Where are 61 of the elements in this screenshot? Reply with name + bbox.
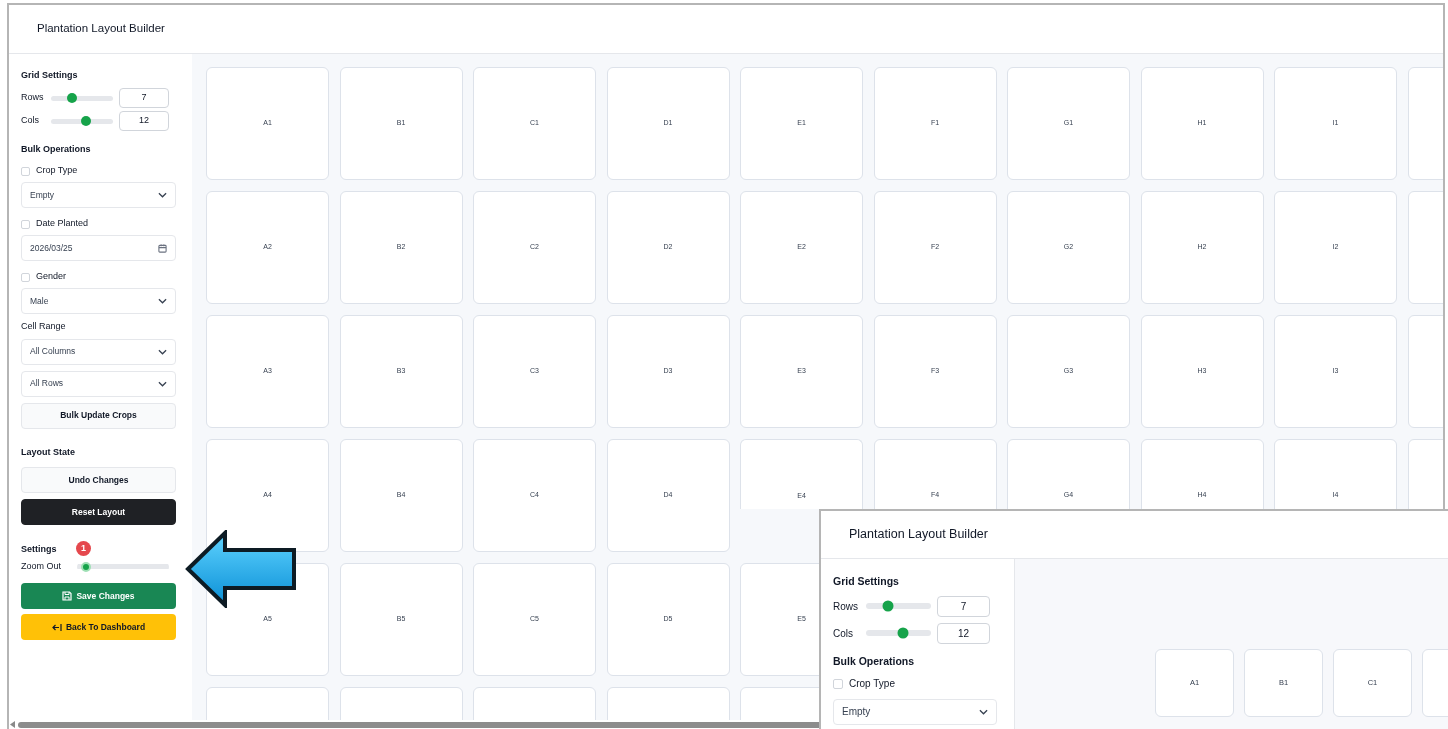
reset-layout-button[interactable]: Reset Layout bbox=[21, 499, 176, 525]
field-value: 2026/03/25 bbox=[30, 241, 73, 255]
arrow-icon bbox=[185, 530, 297, 608]
checkbox-label: Date Planted bbox=[36, 217, 89, 231]
checkbox[interactable] bbox=[21, 272, 30, 282]
checkbox[interactable] bbox=[21, 219, 30, 229]
checkbox-label: Crop Type bbox=[36, 164, 78, 178]
field-label: Cell Range bbox=[21, 320, 67, 333]
slider-label: Rows bbox=[833, 599, 859, 614]
chevron-down-icon bbox=[158, 380, 167, 387]
dropdown[interactable]: Male bbox=[21, 288, 176, 314]
window-title: Plantation Layout Builder bbox=[37, 21, 165, 37]
field-value: Male bbox=[30, 294, 49, 308]
slider-track[interactable] bbox=[77, 562, 169, 572]
checkbox-label: Crop Type bbox=[849, 677, 895, 691]
slider-thumb[interactable] bbox=[81, 562, 92, 572]
checkbox[interactable] bbox=[21, 166, 30, 176]
section-heading: Grid Settings bbox=[21, 69, 79, 82]
checkbox[interactable] bbox=[833, 678, 843, 689]
slider-thumb[interactable] bbox=[67, 93, 78, 103]
dropdown[interactable]: Empty bbox=[833, 698, 997, 725]
slider-thumb[interactable] bbox=[897, 627, 909, 639]
floppy-disk-icon bbox=[62, 591, 73, 601]
field-value: All Rows bbox=[30, 377, 64, 390]
dropdown[interactable]: Empty bbox=[21, 182, 176, 208]
dropdown[interactable]: All Rows bbox=[21, 370, 176, 397]
slider-track[interactable] bbox=[866, 603, 931, 610]
slider-track[interactable] bbox=[866, 630, 931, 637]
calendar-icon bbox=[158, 243, 167, 253]
section-heading: Layout State bbox=[21, 445, 76, 459]
date-field[interactable]: 2026/03/25 bbox=[21, 235, 176, 261]
scroll-left-icon bbox=[10, 721, 15, 728]
slider-label: Cols bbox=[833, 626, 854, 641]
number-input[interactable]: 12 bbox=[119, 111, 169, 131]
chevron-down-icon bbox=[158, 192, 167, 198]
slider-label: Cols bbox=[21, 114, 40, 128]
chevron-down-icon bbox=[979, 708, 988, 715]
number-input[interactable]: 7 bbox=[119, 88, 169, 108]
chevron-down-icon bbox=[158, 298, 167, 304]
slider-track[interactable] bbox=[51, 95, 113, 101]
bulk-update-button[interactable]: Bulk Update Crops bbox=[21, 402, 176, 429]
number-input[interactable]: 7 bbox=[937, 595, 990, 617]
slider-track[interactable] bbox=[51, 118, 113, 124]
dropdown[interactable]: All Columns bbox=[21, 338, 176, 365]
save-button[interactable]: Save Changes bbox=[21, 583, 176, 609]
undo-button[interactable]: Undo Changes bbox=[21, 467, 176, 493]
exit-arrow-icon bbox=[51, 622, 62, 632]
section-heading: Bulk Operations bbox=[21, 142, 92, 156]
checkbox-label: Gender bbox=[36, 270, 67, 284]
field-value: All Columns bbox=[30, 345, 76, 358]
section-heading: Settings bbox=[21, 543, 58, 557]
chevron-down-icon bbox=[158, 348, 167, 355]
back-button[interactable]: Back To Dashboard bbox=[21, 614, 176, 640]
number-badge: 1 bbox=[76, 541, 91, 556]
slider-thumb[interactable] bbox=[80, 116, 91, 126]
slider-label: Zoom Out bbox=[21, 560, 62, 574]
number-input[interactable]: 12 bbox=[937, 622, 990, 644]
slider-thumb[interactable] bbox=[882, 600, 894, 612]
field-value: Empty bbox=[30, 188, 55, 202]
field-value: Empty bbox=[842, 705, 871, 719]
slider-label: Rows bbox=[21, 91, 45, 105]
